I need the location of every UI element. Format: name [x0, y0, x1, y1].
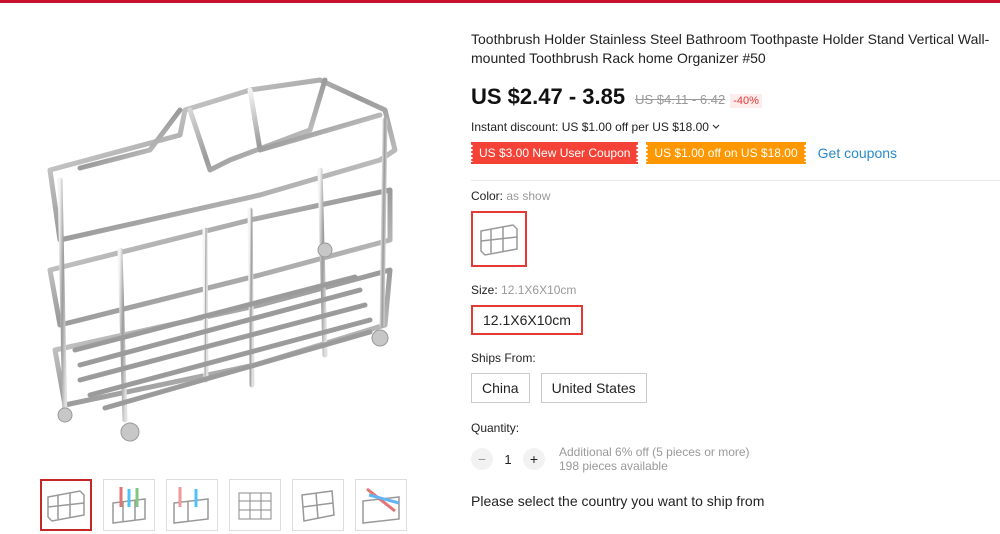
size-option[interactable]: 12.1X6X10cm [471, 305, 583, 335]
ships-from-options: China United States [471, 373, 1000, 403]
discount-badge: -40% [730, 94, 762, 108]
thumbnail-5[interactable] [292, 479, 344, 531]
thumbnail-4[interactable] [229, 479, 281, 531]
product-details: Toothbrush Holder Stainless Steel Bathro… [469, 30, 1000, 509]
size-value: 12.1X6X10cm [501, 283, 577, 297]
ships-from-united-states[interactable]: United States [540, 373, 647, 403]
holder-with-brushes-thumbnail-icon [173, 487, 209, 524]
original-price: US $4.11 - 6.42 [635, 92, 726, 107]
product-title: Toothbrush Holder Stainless Steel Bathro… [471, 31, 990, 66]
holder-swatch-icon [480, 224, 518, 256]
thumbnail-1[interactable] [40, 479, 92, 531]
stock-available: 198 pieces available [559, 459, 668, 473]
quantity-input[interactable]: 1 [493, 452, 523, 467]
holder-thumbnail-icon [238, 492, 272, 520]
holder-with-brushes-thumbnail-icon [112, 487, 146, 524]
new-user-coupon[interactable]: US $3.00 New User Coupon [469, 142, 640, 164]
thumbnail-2[interactable] [103, 479, 155, 531]
thumbnail-strip [40, 479, 407, 531]
price-row: US $2.47 - 3.85 US $4.11 - 6.42 -40% [471, 84, 1000, 110]
coupon-row: US $3.00 New User Coupon US $1.00 off on… [469, 142, 1000, 164]
get-coupons-link[interactable]: Get coupons [818, 145, 897, 161]
size-label-text: Size: [471, 283, 498, 297]
ships-from-label: Ships From: [471, 351, 536, 365]
color-label-text: Color: [471, 189, 504, 203]
holder-thumbnail-icon [301, 490, 335, 522]
store-coupon[interactable]: US $1.00 off on US $18.00 [645, 142, 807, 164]
instant-discount[interactable]: Instant discount: US $1.00 off per US $1… [471, 120, 1000, 134]
divider [471, 180, 1000, 181]
main-product-image[interactable] [20, 20, 440, 450]
color-label: Color: as show [471, 189, 1000, 203]
size-options: 12.1X6X10cm [471, 305, 1000, 335]
instant-discount-text: Instant discount: US $1.00 off per US $1… [471, 120, 709, 134]
color-swatch-selected[interactable] [471, 211, 527, 267]
current-price: US $2.47 - 3.85 [471, 84, 626, 109]
increase-quantity-button[interactable]: + [523, 448, 545, 470]
thumbnail-6[interactable] [355, 479, 407, 531]
decrease-quantity-button[interactable]: − [471, 448, 493, 470]
color-value: as show [506, 189, 551, 203]
toothbrush-holder-image [47, 77, 398, 442]
quantity-label: Quantity: [471, 421, 520, 435]
quantity-info: Additional 6% off (5 pieces or more) 198… [559, 445, 750, 473]
ship-country-prompt: Please select the country you want to sh… [471, 493, 765, 509]
quantity-stepper: − 1 + Additional 6% off (5 pieces or mor… [471, 445, 1000, 473]
chevron-down-icon [712, 124, 720, 129]
ships-from-china[interactable]: China [471, 373, 530, 403]
thumbnail-3[interactable] [166, 479, 218, 531]
holder-thumbnail-icon [47, 490, 85, 522]
size-label: Size: 12.1X6X10cm [471, 283, 1000, 297]
bulk-discount-note: Additional 6% off (5 pieces or more) [559, 445, 750, 459]
holder-with-brushes-thumbnail-icon [362, 487, 400, 524]
top-accent-bar [0, 0, 1000, 3]
